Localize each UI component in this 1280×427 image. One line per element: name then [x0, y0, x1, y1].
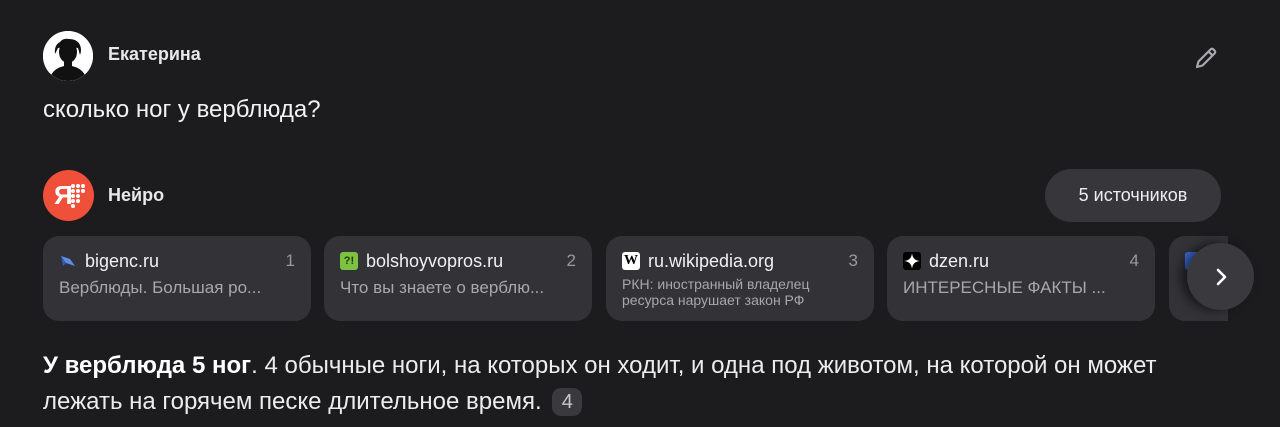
source-domain: ru.wikipedia.org [648, 250, 775, 271]
chevron-right-icon [1216, 268, 1226, 285]
user-question: сколько ног у верблюда? [43, 96, 321, 123]
source-number: 3 [848, 251, 858, 270]
next-sources-button[interactable] [1187, 243, 1254, 310]
sources-button[interactable]: 5 источников [1045, 169, 1221, 222]
bigenc-icon [59, 252, 77, 270]
chat-page: Екатерина сколько ног у верблюда? Я Нейр… [0, 0, 1280, 427]
source-card-3[interactable]: W ru.wikipedia.org 3 РКН: иностранный вл… [606, 236, 874, 321]
source-snippet: РКН: иностранный владелец ресурса наруша… [622, 276, 810, 308]
bolshoyvopros-icon: ?! [340, 252, 358, 270]
neuro-logo-icon: Я [54, 180, 85, 210]
user-avatar [43, 31, 93, 81]
source-number: 1 [285, 251, 295, 270]
source-card-4[interactable]: dzen.ru 4 ИНТЕРЕСНЫЕ ФАКТЫ ... [887, 236, 1155, 321]
source-snippet: Верблюды. Большая ро... [59, 278, 262, 297]
source-cards: bigenc.ru 1 Верблюды. Большая ро... ?! b… [43, 236, 1228, 322]
source-snippet: ИНТЕРЕСНЫЕ ФАКТЫ ... [903, 278, 1106, 297]
edit-button[interactable] [1188, 40, 1224, 76]
source-domain: dzen.ru [929, 250, 990, 271]
source-card-1[interactable]: bigenc.ru 1 Верблюды. Большая ро... [43, 236, 311, 321]
answer-bold: У верблюда 5 ног [43, 352, 252, 379]
user-name: Екатерина [108, 44, 201, 64]
source-number: 2 [566, 251, 576, 270]
pencil-icon [1195, 47, 1217, 69]
answer-text: У верблюда 5 ног. 4 обычные ноги, на кот… [43, 348, 1233, 420]
assistant-name: Нейро [108, 185, 165, 205]
neuro-logo: Я [43, 170, 94, 221]
user-silhouette-icon [43, 31, 93, 81]
wikipedia-icon: W [622, 252, 640, 270]
source-domain: bolshoyvopros.ru [366, 250, 504, 271]
citation-badge[interactable]: 4 [552, 388, 583, 416]
source-snippet: Что вы знаете о верблю... [340, 278, 545, 297]
dzen-icon [903, 252, 921, 270]
source-number: 4 [1129, 251, 1139, 270]
source-card-2[interactable]: ?! bolshoyvopros.ru 2 Что вы знаете о ве… [324, 236, 592, 321]
neuro-logo-letter: Я [54, 180, 73, 210]
source-domain: bigenc.ru [85, 250, 160, 271]
